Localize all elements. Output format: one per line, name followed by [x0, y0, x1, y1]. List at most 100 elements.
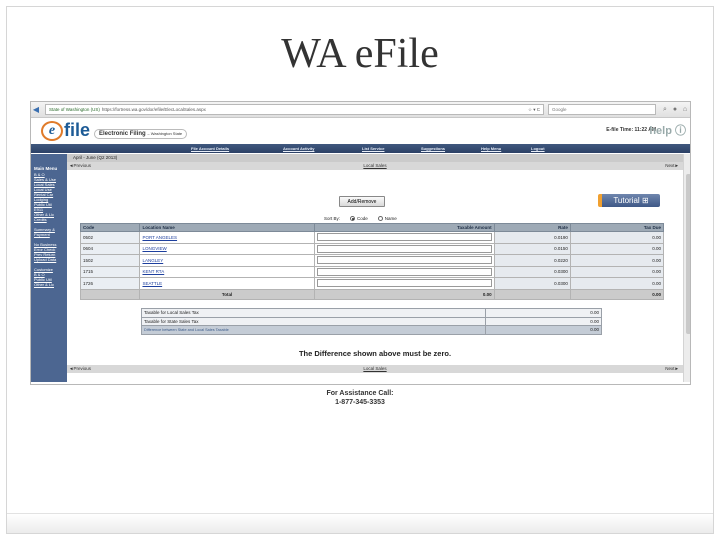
taxable-amount-input[interactable]	[316, 233, 492, 242]
summary-diff-value: 0.00	[485, 325, 602, 335]
help-text: help	[649, 125, 672, 137]
row-code: 0502	[79, 231, 141, 244]
table-row: 1502 LANGLEY 0.0220 0.00	[79, 254, 665, 267]
row-rate: 0.0190	[493, 231, 571, 244]
total-row: Total 0.00 0.00	[79, 288, 665, 300]
pager-bottom: ◄Previous Local Sales Next►	[67, 365, 683, 373]
scrollbar[interactable]	[683, 154, 690, 382]
summary-row: Taxable for State Sales Tax 0.00	[141, 316, 602, 326]
taxable-amount-input[interactable]	[316, 244, 492, 253]
tutorial-label: Tutorial	[613, 196, 640, 205]
sort-name-label: Name	[384, 216, 397, 221]
nav-suggestions[interactable]: Suggestions	[421, 146, 445, 151]
period-label: April - June (Q2 2013)	[67, 154, 683, 162]
summary-state-label: Taxable for State Sales Tax	[141, 316, 486, 326]
summary-diff-label: Difference between State and Local Sales…	[141, 325, 486, 335]
table-row: 0604 LONGVIEW 0.0150 0.00	[79, 242, 665, 255]
nav-list-service[interactable]: List Service	[362, 146, 384, 151]
url-text: https://fortress.wa.gov/dor/efile/ElecLo…	[101, 107, 206, 112]
summary-local-value: 0.00	[485, 308, 602, 318]
nav-file-account-details[interactable]: File Account Details	[191, 146, 229, 151]
nav-help-menu[interactable]: Help Menu	[481, 146, 501, 151]
extension-icon[interactable]: ●	[670, 106, 680, 113]
content-panel: April - June (Q2 2013) ◄Previous Local S…	[67, 154, 683, 382]
row-tax-due: 0.00	[569, 254, 665, 267]
taxable-amount-input[interactable]	[316, 279, 492, 288]
col-code: Code	[79, 223, 141, 232]
total-taxable: 0.00	[313, 288, 495, 300]
row-taxable-cell	[313, 254, 495, 267]
browser-toolbar: ◀ State of Washington (US) https://fortr…	[31, 102, 690, 118]
col-rate: Rate	[493, 223, 571, 232]
site-identity: State of Washington (US)	[49, 107, 100, 112]
assistance-label: For Assistance Call:	[326, 390, 394, 397]
local-sales-table: Code Location Name Taxable Amount Rate T…	[79, 223, 665, 300]
summary-row: Taxable for Local Sales Tax 0.00	[141, 308, 602, 318]
back-arrow-icon[interactable]: ◀	[31, 105, 41, 114]
sort-controls: Sort By: Code Name	[324, 216, 397, 221]
browser-window: ◀ State of Washington (US) https://fortr…	[30, 101, 691, 385]
sidebar-item-custom-other-lic[interactable]: Other & Lic	[34, 282, 65, 287]
reload-icon[interactable]: ☆ ▾ C	[528, 107, 540, 113]
row-code: 0604	[79, 242, 141, 255]
table-row: 0502 PORT ANGELES 0.0190 0.00	[79, 231, 665, 244]
row-rate: 0.0300	[493, 265, 571, 278]
logo-state-text: – Washington State	[147, 130, 183, 136]
total-rate-spacer	[493, 288, 571, 300]
tutorial-icon: ⊞	[641, 196, 649, 205]
slide-footer-band	[7, 513, 713, 533]
sort-name-radio[interactable]	[377, 216, 383, 221]
row-tax-due: 0.00	[569, 265, 665, 278]
col-location-name: Location Name	[139, 223, 315, 232]
efile-logo[interactable]: e file Electronic Filing – Washington St…	[41, 120, 188, 141]
taxable-amount-input[interactable]	[316, 256, 492, 265]
row-code: 1715	[79, 265, 141, 278]
row-rate: 0.0220	[493, 254, 571, 267]
tutorial-button[interactable]: Tutorial ⊞	[598, 194, 660, 207]
logo-e-mark: e	[41, 120, 63, 141]
scrollbar-thumb[interactable]	[686, 174, 690, 334]
row-location-link[interactable]: LONGVIEW	[139, 242, 315, 255]
search-input[interactable]: Google	[548, 104, 656, 115]
row-taxable-cell	[313, 242, 495, 255]
total-label: Total	[139, 288, 315, 300]
row-tax-due: 0.00	[569, 277, 665, 290]
next-link-bottom[interactable]: Next►	[665, 366, 679, 371]
top-nav: File Account Details Account Activity Li…	[31, 144, 690, 153]
row-location-link[interactable]: SEATTLE	[139, 277, 315, 290]
summary-state-value: 0.00	[485, 316, 602, 326]
summary-local-label: Taxable for Local Sales Tax	[141, 308, 486, 318]
next-link[interactable]: Next►	[665, 163, 679, 168]
row-code: 1726	[79, 277, 141, 290]
row-taxable-cell	[313, 277, 495, 290]
total-tax-due: 0.00	[569, 288, 665, 300]
pager-title: Local Sales	[363, 163, 387, 168]
sidebar-heading: Main Menu	[34, 166, 58, 171]
logo-file-text: file	[64, 120, 91, 140]
taxable-amount-input[interactable]	[316, 267, 492, 276]
home-icon[interactable]: ⌂	[680, 106, 690, 113]
main-area: Main Menu B & O Sales & Use Local Sales …	[31, 154, 690, 384]
search-icon[interactable]: ⌕	[660, 106, 670, 114]
help-link[interactable]: help ⓘ	[649, 122, 686, 138]
nav-logout[interactable]: Logout	[531, 146, 545, 151]
sort-code-label: Code	[357, 216, 368, 221]
search-placeholder: Google	[552, 107, 567, 112]
sort-code-radio[interactable]	[350, 216, 356, 221]
row-location-link[interactable]: KENT RTA	[139, 265, 315, 278]
slide-title: WA eFile	[281, 31, 439, 77]
add-remove-button[interactable]: Add/Remove	[339, 196, 385, 207]
nav-account-activity[interactable]: Account Activity	[283, 146, 314, 151]
logo-subtitle: Electronic Filing – Washington State	[94, 128, 188, 139]
address-bar[interactable]: State of Washington (US) https://fortres…	[45, 104, 544, 115]
table-row: 1726 SEATTLE 0.0300 0.00	[79, 277, 665, 290]
row-taxable-cell	[313, 265, 495, 278]
assistance-info: For Assistance Call: 1-877-345-3353	[0, 389, 720, 407]
efile-header: e file Electronic Filing – Washington St…	[31, 118, 690, 144]
row-taxable-cell	[313, 231, 495, 244]
row-rate: 0.0150	[493, 242, 571, 255]
sort-label: Sort By:	[324, 216, 341, 221]
total-spacer	[79, 288, 141, 300]
row-location-link[interactable]: LANGLEY	[139, 254, 315, 267]
row-location-link[interactable]: PORT ANGELES	[139, 231, 315, 244]
